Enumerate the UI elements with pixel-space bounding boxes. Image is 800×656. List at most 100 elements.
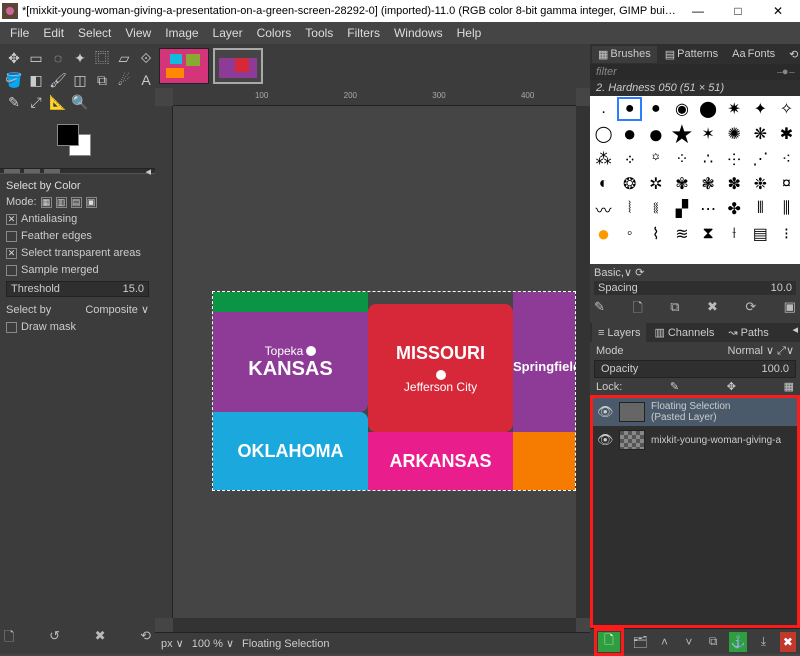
path-tool[interactable]: ✎ — [4, 92, 24, 112]
close-button[interactable]: ✕ — [758, 0, 798, 22]
eraser-tool[interactable]: ◫ — [70, 70, 90, 90]
opacity-slider[interactable]: Opacity100.0 — [594, 360, 796, 378]
brush-cell[interactable]: ✤ — [722, 197, 747, 221]
menu-view[interactable]: View — [119, 24, 157, 42]
tab-channels[interactable]: ▥ Channels — [648, 323, 720, 342]
brush-cell[interactable]: ● — [643, 97, 668, 121]
antialias-checkbox[interactable]: ✕ — [6, 214, 17, 225]
lock-pixels-icon[interactable]: ✎ — [670, 380, 679, 393]
brush-cell[interactable]: ✺ — [722, 122, 747, 146]
crop-tool[interactable]: ⿴ — [92, 48, 112, 68]
mode-add[interactable]: ▥ — [56, 197, 67, 208]
brush-cell[interactable]: ✱ — [774, 122, 799, 146]
brush-cell[interactable]: ⁂ — [591, 147, 616, 171]
reset-tool-preset-icon[interactable]: ⟲ — [140, 628, 151, 650]
brush-cell[interactable]: ❂ — [617, 172, 642, 196]
brush-cell[interactable]: ● — [643, 122, 668, 146]
layers-menu-arrow-icon[interactable]: ◂ — [792, 323, 798, 342]
edit-brush-icon[interactable]: ✎ — [594, 299, 605, 321]
brush-cell[interactable]: ✦ — [748, 97, 773, 121]
brush-cell[interactable]: ¤ — [774, 172, 799, 196]
menu-select[interactable]: Select — [72, 24, 117, 42]
move-tool[interactable]: ✥ — [4, 48, 24, 68]
clone-tool[interactable]: ⧉ — [92, 70, 112, 90]
merge-down-button[interactable]: ⤓ — [755, 632, 771, 652]
new-brush-icon[interactable]: 🗋 — [632, 299, 642, 321]
brush-cell[interactable]: ❃ — [696, 172, 721, 196]
new-layer-group-button[interactable]: 🗂 — [632, 632, 648, 652]
mode-replace[interactable]: ▦ — [41, 197, 52, 208]
rect-select-tool[interactable]: ▭ — [26, 48, 46, 68]
tab-patterns[interactable]: ▤ Patterns — [659, 46, 724, 63]
brush-cell[interactable]: ◦ — [617, 222, 642, 246]
smudge-tool[interactable]: ☄ — [114, 70, 134, 90]
tab-history[interactable]: ⟲ History — [783, 46, 800, 63]
fg-color[interactable] — [57, 124, 79, 146]
brush-cell[interactable]: ⫼ — [774, 197, 799, 221]
brush-cell[interactable]: 〰 — [591, 197, 616, 221]
device-status-tab[interactable] — [24, 169, 40, 173]
brush-cell[interactable]: ⁖ — [774, 147, 799, 171]
minimize-button[interactable]: — — [678, 0, 718, 22]
brush-cell[interactable]: ≋ — [669, 222, 694, 246]
gradient-tool[interactable]: ◧ — [26, 70, 46, 90]
menu-filters[interactable]: Filters — [341, 24, 386, 42]
brush-cell[interactable]: ✾ — [669, 172, 694, 196]
brush-cell[interactable]: ● — [617, 122, 642, 146]
image-tab-1[interactable] — [159, 48, 209, 84]
anchor-layer-button[interactable]: ⚓ — [729, 632, 747, 652]
zoom-dropdown[interactable]: 100 % ∨ — [192, 637, 234, 650]
selectby-dropdown[interactable]: Composite ∨ — [85, 303, 149, 316]
unit-dropdown[interactable]: px ∨ — [161, 637, 184, 650]
mode-subtract[interactable]: ▤ — [71, 197, 82, 208]
mode-intersect[interactable]: ▣ — [86, 197, 97, 208]
scrollbar-vertical[interactable] — [576, 106, 590, 618]
layer-floating-selection[interactable]: 👁 Floating Selection(Pasted Layer) — [593, 398, 797, 426]
brush-cell[interactable]: ⦚ — [617, 197, 642, 221]
brush-cell[interactable]: ✧ — [774, 97, 799, 121]
visibility-toggle-icon[interactable]: 👁 — [597, 404, 613, 420]
brush-cell[interactable]: ⟊ — [722, 222, 747, 246]
scrollbar-horizontal[interactable] — [173, 618, 576, 632]
menu-tools[interactable]: Tools — [299, 24, 339, 42]
brush-cell[interactable]: ⋯ — [696, 197, 721, 221]
brush-cell[interactable]: ● — [591, 222, 616, 246]
menu-edit[interactable]: Edit — [37, 24, 70, 42]
brush-cell[interactable]: ✲ — [643, 172, 668, 196]
brush-cell[interactable]: ⁘ — [669, 147, 694, 171]
maximize-button[interactable]: □ — [718, 0, 758, 22]
mode-dropdown[interactable]: Normal ∨ ⤢∨ — [728, 344, 794, 358]
brush-tool[interactable]: 🖌 — [48, 70, 68, 90]
brush-cell[interactable]: ܀ — [617, 147, 642, 171]
delete-tool-preset-icon[interactable]: ✖ — [95, 628, 106, 650]
color-swatches[interactable] — [53, 124, 103, 164]
menu-colors[interactable]: Colors — [251, 24, 298, 42]
menu-image[interactable]: Image — [159, 24, 204, 42]
brush-cell[interactable]: ▞ — [669, 197, 694, 221]
brush-cell[interactable]: ⁝ — [774, 222, 799, 246]
layer-background[interactable]: 👁 mixkit-young-woman-giving-a — [593, 426, 797, 454]
save-tool-preset-icon[interactable]: 🗋 — [4, 628, 14, 650]
spacing-slider[interactable]: Spacing10.0 — [594, 281, 796, 295]
tool-options-tab[interactable] — [4, 169, 20, 173]
brush-cell[interactable]: ⸭ — [722, 147, 747, 171]
menu-layer[interactable]: Layer — [207, 24, 249, 42]
lower-layer-button[interactable]: ˅ — [681, 632, 697, 652]
brush-cell[interactable]: ▤ — [748, 222, 773, 246]
brush-size-slider-icon[interactable]: ⎯●⎯ — [776, 66, 794, 79]
canvas-image[interactable]: Springfield Topeka KANSAS MISSOURI Jeffe… — [213, 292, 575, 490]
menu-help[interactable]: Help — [451, 24, 488, 42]
brush-filter-input[interactable]: filter — [596, 66, 617, 78]
brush-cell[interactable]: ⧛ — [643, 197, 668, 221]
free-select-tool[interactable]: ◌ — [48, 48, 68, 68]
transform-tool[interactable]: ▱ — [114, 48, 134, 68]
brush-cell[interactable]: ❉ — [748, 172, 773, 196]
menu-windows[interactable]: Windows — [388, 24, 449, 42]
duplicate-brush-icon[interactable]: ⧉ — [670, 299, 679, 321]
menu-file[interactable]: File — [4, 24, 35, 42]
raise-layer-button[interactable]: ˄ — [656, 632, 672, 652]
open-as-image-icon[interactable]: ▣ — [784, 299, 796, 321]
lock-alpha-icon[interactable]: ▦ — [784, 380, 794, 393]
brush-cell[interactable]: ◯ — [591, 122, 616, 146]
measure-tool[interactable]: 📐 — [48, 92, 68, 112]
